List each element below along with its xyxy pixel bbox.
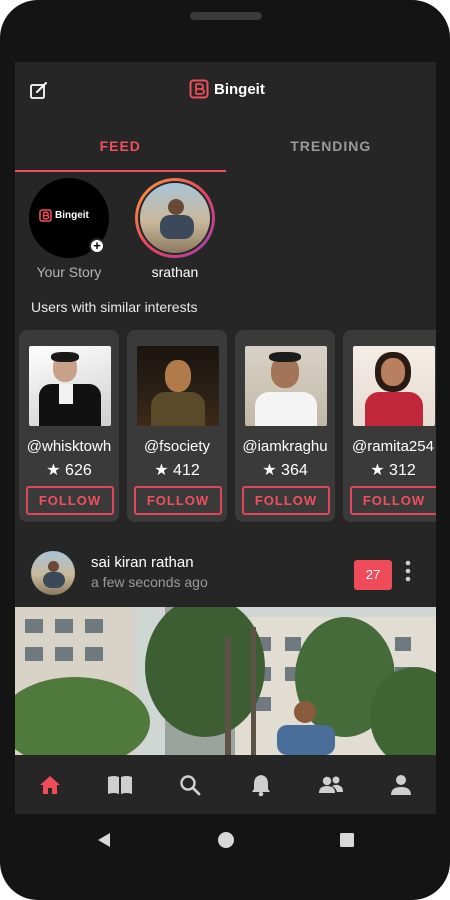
more-vertical-icon	[405, 560, 411, 582]
srathan-avatar	[140, 183, 210, 253]
post-author-name[interactable]: sai kiran rathan	[91, 554, 194, 571]
post-image[interactable]	[15, 607, 436, 755]
story-srathan[interactable]: srathan	[130, 178, 220, 280]
nav-notifications[interactable]	[226, 755, 296, 814]
post-score-badge[interactable]: 27	[354, 560, 392, 590]
nav-search[interactable]	[155, 755, 225, 814]
people-icon	[318, 776, 343, 793]
app-logo: Bingeit	[189, 78, 265, 100]
your-story-avatar: Bingeit +	[29, 178, 109, 258]
star-icon: ★	[370, 462, 385, 479]
star-icon: ★	[46, 462, 61, 479]
story-ring	[135, 178, 215, 258]
bingeit-logo-icon	[189, 79, 209, 99]
star-icon: ★	[262, 462, 277, 479]
follow-button[interactable]: FOLLOW	[242, 486, 330, 515]
nav-home[interactable]	[15, 755, 85, 814]
similar-interests-title: Users with similar interests	[31, 299, 198, 315]
user-score: ★ 364	[262, 462, 308, 479]
user-score: ★ 412	[154, 462, 200, 479]
back-icon[interactable]	[96, 832, 112, 848]
stories-row: Bingeit + Your Story srathan	[15, 178, 436, 288]
story-logo: Bingeit	[39, 209, 89, 222]
compose-icon	[30, 82, 47, 99]
post-photo	[15, 607, 436, 755]
story-your-story[interactable]: Bingeit + Your Story	[24, 178, 114, 280]
user-handle: @iamkraghu	[242, 438, 328, 455]
app-screen: Bingeit FEED TRENDING Bingeit + Your Sto…	[15, 62, 436, 814]
tab-feed[interactable]: FEED	[15, 128, 226, 172]
user-card[interactable]: @ramita254 ★ 312 FOLLOW	[343, 330, 436, 522]
user-photo	[353, 346, 435, 426]
nav-people[interactable]	[296, 755, 366, 814]
user-card[interactable]: @fsociety ★ 412 FOLLOW	[127, 330, 227, 522]
star-icon: ★	[154, 462, 169, 479]
follow-button[interactable]: FOLLOW	[134, 486, 222, 515]
bottom-nav	[15, 755, 436, 814]
story-label: srathan	[151, 264, 199, 280]
nav-profile[interactable]	[366, 755, 436, 814]
user-photo	[137, 346, 219, 426]
user-photo	[29, 346, 111, 426]
post-author-avatar[interactable]	[31, 551, 75, 595]
nav-library[interactable]	[85, 755, 155, 814]
tab-trending[interactable]: TRENDING	[226, 128, 437, 172]
user-score: ★ 312	[370, 462, 416, 479]
book-icon	[108, 775, 133, 794]
bell-icon	[251, 774, 270, 796]
user-handle: @fsociety	[143, 438, 211, 455]
home-circle-icon[interactable]	[217, 831, 235, 849]
more-options-button[interactable]	[401, 558, 415, 586]
app-title: Bingeit	[214, 80, 265, 98]
follow-button[interactable]: FOLLOW	[26, 486, 114, 515]
user-photo	[245, 346, 327, 426]
follow-button[interactable]: FOLLOW	[350, 486, 436, 515]
user-card[interactable]: @whisktowh ★ 626 FOLLOW	[19, 330, 119, 522]
post-header: sai kiran rathan a few seconds ago 27	[15, 540, 436, 600]
recents-icon[interactable]	[339, 832, 355, 848]
system-nav-bar	[0, 814, 450, 864]
phone-frame: Bingeit FEED TRENDING Bingeit + Your Sto…	[0, 0, 450, 900]
story-label: Your Story	[36, 264, 102, 280]
search-icon	[180, 774, 201, 795]
user-handle: @ramita254	[352, 438, 434, 455]
add-story-icon[interactable]: +	[89, 238, 105, 254]
app-bar: Bingeit	[15, 62, 436, 116]
compose-button[interactable]	[29, 80, 49, 100]
profile-icon	[390, 774, 411, 795]
speaker-grille	[190, 12, 262, 20]
user-card[interactable]: @iamkraghu ★ 364 FOLLOW	[235, 330, 335, 522]
similar-users-carousel[interactable]: @whisktowh ★ 626 FOLLOW @fsociety ★ 412 …	[15, 330, 436, 522]
user-handle: @whisktowh	[26, 438, 112, 455]
bingeit-logo-icon	[39, 209, 52, 222]
user-score: ★ 626	[46, 462, 92, 479]
home-icon	[40, 775, 61, 794]
tab-bar: FEED TRENDING	[15, 128, 436, 172]
post-timestamp: a few seconds ago	[91, 574, 208, 590]
story-logo-text: Bingeit	[55, 210, 89, 221]
